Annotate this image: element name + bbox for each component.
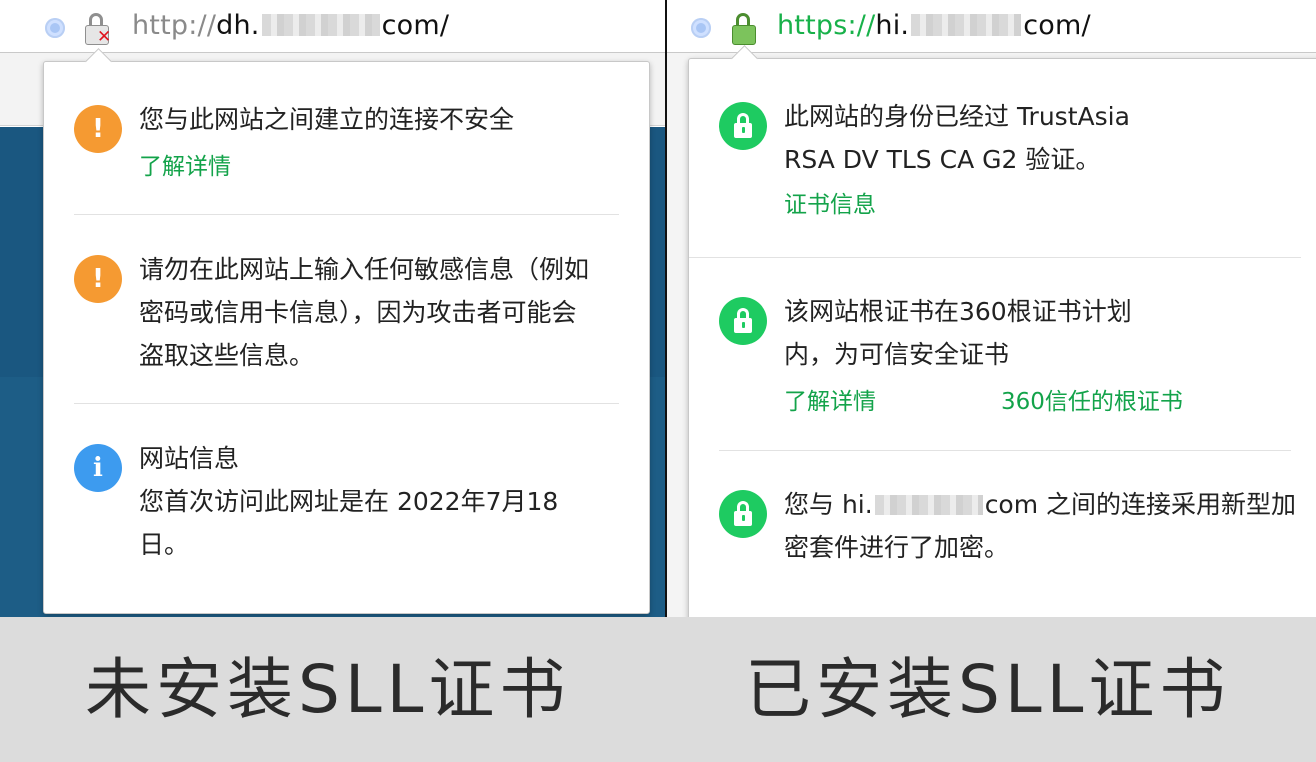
- site-info-title: 网站信息: [139, 444, 240, 473]
- lock-icon: [719, 102, 767, 150]
- right-caption: 已安装SLL证书: [745, 651, 1231, 728]
- info-icon: i: [74, 444, 122, 492]
- url-text[interactable]: https://hi. com/: [777, 10, 1091, 41]
- blurred-domain: [874, 495, 983, 515]
- site-info-popup: ! 您与此网站之间建立的连接不安全 了解详情 ! 请勿在此网站上输入任何敏感信息…: [43, 48, 650, 614]
- insecure-lock-icon[interactable]: ✕: [85, 13, 112, 47]
- url-host-start: dh.: [216, 10, 260, 41]
- secure-browser-panel: https://hi. com/ 此网站的身份已经过 TrustAsia RSA …: [667, 0, 1316, 617]
- warning-icon: !: [74, 105, 122, 153]
- url-host-end: com/: [1023, 10, 1091, 41]
- divider: [74, 403, 619, 404]
- sensitive-info-warning: 请勿在此网站上输入任何敏感信息（例如密码或信用卡信息），因为攻击者可能会盗取这些…: [139, 255, 590, 370]
- address-bar: https://hi. com/: [667, 0, 1316, 53]
- url-host-end: com/: [381, 10, 450, 41]
- blurred-domain: [261, 14, 380, 36]
- certificate-info-link[interactable]: 证书信息: [784, 185, 876, 219]
- certificate-verified-text: 此网站的身份已经过 TrustAsia RSA DV TLS CA G2 验证。: [784, 102, 1130, 174]
- red-x-icon: ✕: [97, 27, 112, 47]
- url-host-start: hi.: [875, 10, 910, 41]
- first-visit-text: 您首次访问此网址是在 2022年7月18日。: [139, 487, 559, 559]
- learn-more-link[interactable]: 了解详情: [139, 147, 231, 181]
- blurred-domain: [911, 14, 1022, 36]
- encryption-text: 您与 hi. com 之间的连接采用新型加密套件进行了加密。: [784, 483, 1301, 569]
- learn-more-link[interactable]: 了解详情: [784, 382, 876, 416]
- divider: [74, 214, 619, 215]
- lock-icon: [719, 297, 767, 345]
- radio-icon[interactable]: [691, 18, 711, 38]
- divider: [719, 450, 1291, 451]
- site-info-popup: 此网站的身份已经过 TrustAsia RSA DV TLS CA G2 验证。…: [688, 45, 1316, 617]
- url-text[interactable]: http://dh. com/: [132, 10, 449, 41]
- url-scheme: http://: [132, 10, 217, 41]
- divider: [689, 257, 1301, 258]
- trusted-root-certs-link[interactable]: 360信任的根证书: [1001, 382, 1183, 416]
- left-caption: 未安装SLL证书: [85, 651, 571, 728]
- warning-icon: !: [74, 255, 122, 303]
- root-certificate-text: 该网站根证书在360根证书计划内，为可信安全证书: [784, 297, 1132, 369]
- warning-text: 您与此网站之间建立的连接不安全: [139, 105, 515, 134]
- lock-icon: [719, 490, 767, 538]
- insecure-browser-panel: ✕ http://dh. com/ ! 您与此网站之间建立的连接不安全 了解详情 …: [0, 0, 665, 617]
- radio-icon[interactable]: [45, 18, 65, 38]
- address-bar: ✕ http://dh. com/: [0, 0, 665, 53]
- encryption-text-start: 您与 hi.: [784, 490, 873, 519]
- secure-lock-icon[interactable]: [732, 13, 758, 45]
- url-scheme: https://: [777, 10, 876, 41]
